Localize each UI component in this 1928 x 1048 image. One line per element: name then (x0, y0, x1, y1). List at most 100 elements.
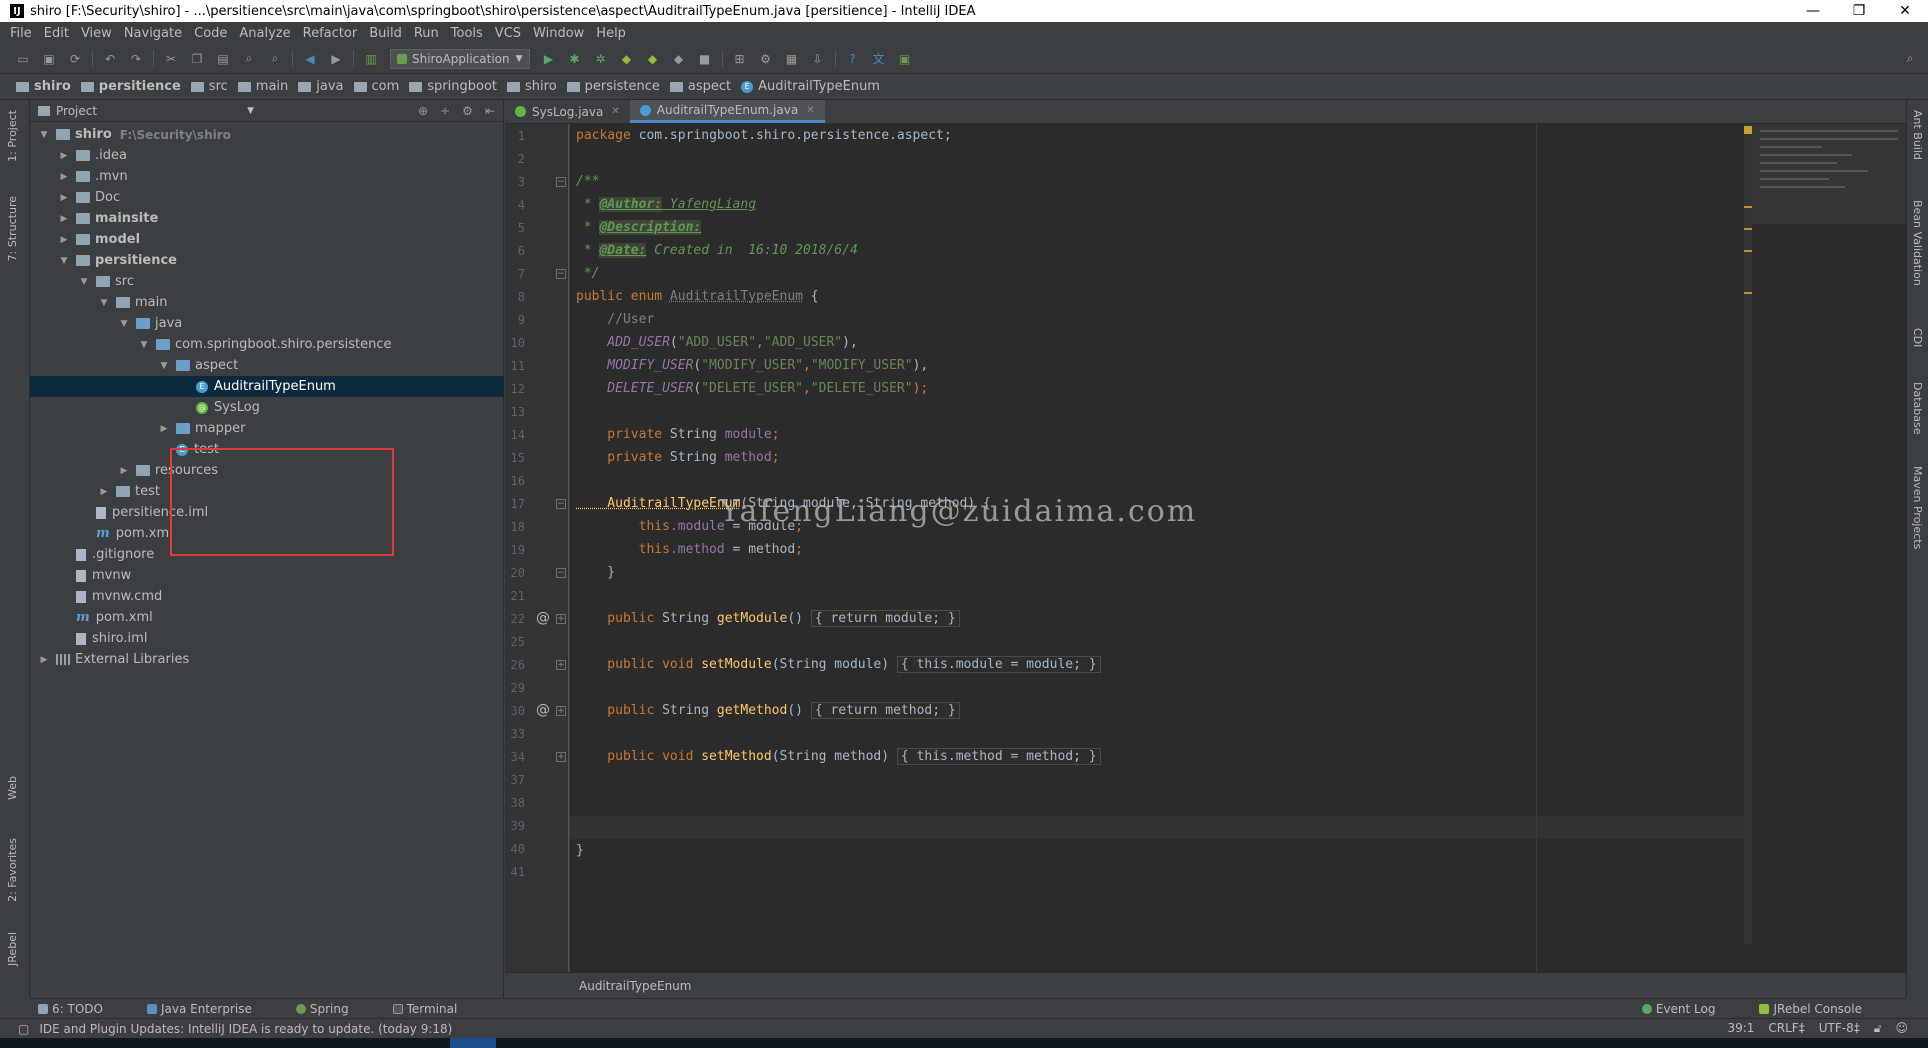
tree-node[interactable]: ▶ .mvn (30, 166, 504, 187)
tab-favorites[interactable]: 2: Favorites (6, 838, 19, 902)
collapsed-arrow-icon[interactable]: ▶ (38, 655, 50, 665)
back-icon[interactable]: ◀ (302, 51, 318, 67)
undo-icon[interactable]: ↶ (102, 51, 118, 67)
expanded-arrow-icon[interactable]: ▼ (58, 256, 70, 266)
jrebel-debug-icon[interactable]: ◆ (645, 51, 661, 67)
project-structure-icon[interactable]: ▦ (784, 51, 800, 67)
breadcrumb-item[interactable]: E AuditrailTypeEnum (741, 79, 880, 94)
close-tab-icon[interactable]: ✕ (806, 105, 814, 116)
breadcrumb-item[interactable]: aspect (669, 79, 731, 94)
warning-stripe[interactable] (1744, 206, 1752, 208)
overriding-method-icon[interactable]: @ (536, 702, 550, 718)
sdk-icon[interactable]: ⇩ (810, 51, 826, 67)
forward-icon[interactable]: ▶ (328, 51, 344, 67)
tree-node[interactable]: ▼ shiro F:\Security\shiro (30, 124, 504, 145)
hector-icon[interactable]: ☺︎ (1895, 1021, 1908, 1036)
project-view-select[interactable]: Project (56, 104, 97, 118)
warning-stripe[interactable] (1744, 292, 1752, 294)
run-configuration-select[interactable]: ShiroApplication ▼ (390, 48, 530, 69)
menu-help[interactable]: Help (596, 26, 626, 41)
jrebel-update-icon[interactable]: ◆ (671, 51, 687, 67)
folded-code-block[interactable]: { this.method = method; } (896, 748, 1101, 765)
line-separator[interactable]: CRLF‡ (1768, 1021, 1804, 1036)
expanded-arrow-icon[interactable]: ▼ (78, 277, 90, 287)
menu-window[interactable]: Window (533, 26, 584, 41)
tree-node[interactable]: ▼ java (30, 313, 504, 334)
expanded-arrow-icon[interactable]: ▼ (118, 319, 130, 329)
breadcrumb-item[interactable]: src (190, 79, 228, 94)
expanded-arrow-icon[interactable]: ▼ (98, 298, 110, 308)
tree-node[interactable]: m pom.xml (30, 607, 504, 628)
close-button[interactable]: ✕ (1882, 3, 1928, 19)
tree-node[interactable]: @ SysLog (30, 397, 504, 418)
build-icon[interactable]: ▥ (363, 51, 379, 67)
collapsed-arrow-icon[interactable]: ▶ (98, 487, 110, 497)
tree-node[interactable]: ▶ External Libraries (30, 649, 504, 670)
scroll-from-source-icon[interactable]: ⊕ (418, 104, 428, 118)
menu-refactor[interactable]: Refactor (303, 26, 358, 41)
coverage-icon[interactable]: ✲ (593, 51, 609, 67)
menu-vcs[interactable]: VCS (495, 26, 521, 41)
folded-code-block[interactable]: { this.module = module; } (896, 656, 1101, 673)
warning-stripe[interactable] (1744, 250, 1752, 252)
settings-icon[interactable]: ⚙ (758, 51, 774, 67)
tab-jrebel-console[interactable]: JRebel Console (1759, 1002, 1884, 1016)
fold-marker-icon[interactable]: − (556, 568, 566, 578)
fold-marker-icon[interactable]: − (556, 499, 566, 509)
help-icon[interactable]: ? (845, 51, 861, 67)
stop-icon[interactable]: ■ (697, 51, 713, 67)
translate-icon[interactable]: 文 (871, 51, 887, 67)
breadcrumb-item[interactable]: persistence (566, 79, 660, 94)
tree-node[interactable]: ▼ persitience (30, 250, 504, 271)
maximize-button[interactable]: ❐ (1836, 3, 1882, 19)
breadcrumb-item[interactable]: persitience (80, 79, 181, 94)
warning-stripe[interactable] (1744, 228, 1752, 230)
tab-maven-projects[interactable]: Maven Projects (1911, 466, 1924, 549)
tab-event-log[interactable]: Event Log (1641, 1002, 1738, 1016)
breadcrumb-item[interactable]: com (353, 79, 399, 94)
taskbar-active-app[interactable] (450, 1038, 496, 1048)
collapsed-arrow-icon[interactable]: ▶ (58, 214, 70, 224)
expanded-arrow-icon[interactable]: ▼ (138, 340, 150, 350)
toggle-tool-windows-icon[interactable]: ▢ (18, 1022, 29, 1036)
tree-node[interactable]: ▼ aspect (30, 355, 504, 376)
collapsed-arrow-icon[interactable]: ▶ (58, 235, 70, 245)
jrebel-run-icon[interactable]: ◆ (619, 51, 635, 67)
editor-scroll-markers[interactable] (1744, 124, 1752, 944)
menu-tools[interactable]: Tools (451, 26, 483, 41)
code-minimap[interactable] (1752, 124, 1906, 224)
tree-node[interactable]: mvnw (30, 565, 504, 586)
tab-database[interactable]: Database (1911, 382, 1924, 435)
open-folder-icon[interactable]: ▭ (15, 51, 31, 67)
tree-node[interactable]: ▶ mainsite (30, 208, 504, 229)
breadcrumb-item[interactable]: java (298, 79, 344, 94)
breadcrumb-item[interactable]: main (237, 79, 288, 94)
warning-indicator-icon[interactable] (1744, 126, 1752, 134)
fold-marker-icon[interactable]: + (556, 614, 566, 624)
tree-node[interactable]: ▼ main (30, 292, 504, 313)
tree-node[interactable]: ▶ model (30, 229, 504, 250)
tab-todo[interactable]: 6: TODO (38, 1002, 125, 1016)
vcs-icon[interactable]: ⊞ (732, 51, 748, 67)
tree-node[interactable]: ▼ com.springboot.shiro.persistence (30, 334, 504, 355)
collapsed-arrow-icon[interactable]: ▶ (158, 424, 170, 434)
menu-edit[interactable]: Edit (44, 26, 69, 41)
close-tab-icon[interactable]: ✕ (611, 106, 619, 117)
tab-cdi[interactable]: CDI (1911, 328, 1924, 347)
breadcrumb-item[interactable]: shiro (507, 79, 557, 94)
fold-marker-icon[interactable]: + (556, 752, 566, 762)
run-icon[interactable]: ▶ (541, 51, 557, 67)
tree-node[interactable]: ▼ src (30, 271, 504, 292)
tree-node[interactable]: E AuditrailTypeEnum (30, 376, 504, 397)
search-everywhere-icon[interactable]: ⌕ (1902, 51, 1918, 67)
tab-auditrailtypeenum-java[interactable]: AuditrailTypeEnum.java ✕ (629, 100, 825, 123)
replace-icon[interactable]: ⌕ (267, 51, 283, 67)
fold-marker-icon[interactable]: + (556, 706, 566, 716)
tab-structure[interactable]: 7: Structure (6, 196, 19, 261)
expanded-arrow-icon[interactable]: ▼ (158, 361, 170, 371)
collapsed-arrow-icon[interactable]: ▶ (58, 151, 70, 161)
code-editor[interactable]: package com.springboot.shiro.persistence… (570, 124, 1906, 972)
menu-run[interactable]: Run (414, 26, 439, 41)
collapsed-arrow-icon[interactable]: ▶ (58, 193, 70, 203)
folded-code-block[interactable]: { return module; } (810, 610, 960, 627)
